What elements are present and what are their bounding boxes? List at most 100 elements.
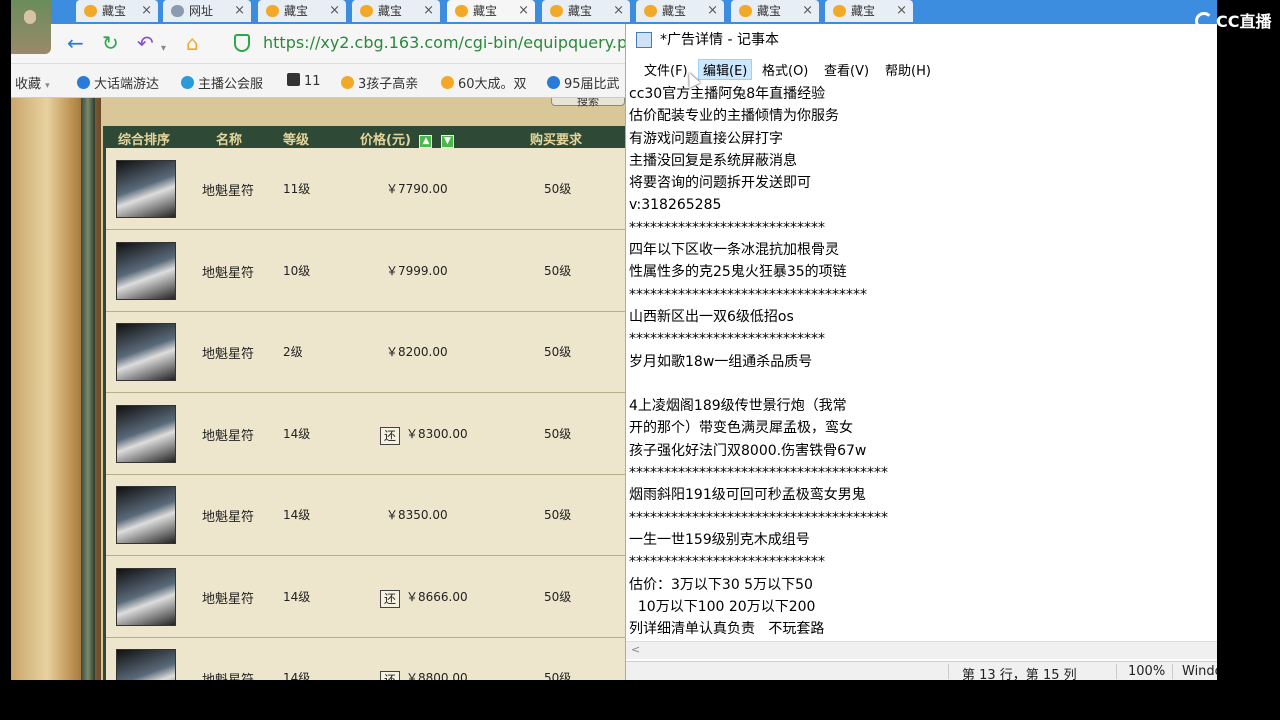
bookmark-icon	[287, 73, 300, 86]
tab-label: 藏宝	[473, 4, 498, 18]
close-icon[interactable]: ×	[896, 0, 907, 22]
avatar[interactable]	[11, 0, 51, 54]
text-area[interactable]: cc30官方主播阿兔8年直播经验 估价配装专业的主播倾情为你服务 有游戏问题直接公屏…	[629, 83, 1204, 643]
bookmark-icon	[77, 76, 90, 89]
bookmarks-menu[interactable]: 收藏 ▾	[15, 73, 50, 92]
browser-tab[interactable]: 网址 ×	[163, 0, 251, 22]
table-row[interactable]: 地魁星符 14级 还 ￥8800.00 50级	[106, 637, 625, 680]
close-icon[interactable]: ×	[329, 0, 340, 22]
item-requirement: 50级	[544, 426, 572, 441]
horizontal-scrollbar[interactable]: <	[626, 641, 1217, 659]
bookmark-icon	[547, 76, 560, 89]
chevron-down-icon[interactable]: ▾	[161, 36, 166, 62]
item-name[interactable]: 地魁星符	[202, 588, 254, 607]
bookmark-item[interactable]: 60大成。双	[441, 73, 527, 92]
bookmark-item[interactable]: 主播公会服	[181, 73, 263, 92]
item-name[interactable]: 地魁星符	[202, 343, 254, 362]
item-price-cell: ￥7999.00	[386, 262, 448, 279]
return-badge: 还	[380, 426, 400, 445]
table-row[interactable]: 地魁星符 14级 还 ￥8666.00 50级	[106, 556, 625, 638]
menu-view[interactable]: 查看(V)	[820, 60, 873, 79]
reload-icon[interactable]: ↻	[102, 30, 119, 56]
home-icon[interactable]: ⌂	[186, 30, 199, 56]
item-thumbnail[interactable]	[116, 323, 176, 381]
item-price: ￥8666.00	[406, 589, 468, 604]
item-level: 14级	[283, 508, 311, 522]
treasure-icon	[266, 5, 279, 17]
close-icon[interactable]: ×	[518, 0, 529, 22]
close-icon[interactable]: ×	[423, 0, 434, 22]
table-row[interactable]: 地魁星符 11级 ￥7790.00 50级	[106, 148, 625, 230]
browser-tab[interactable]: 藏宝 ×	[258, 0, 346, 22]
shield-icon	[234, 34, 250, 52]
level-header[interactable]: 等级	[283, 129, 309, 148]
scroll-left-icon[interactable]: <	[631, 643, 640, 656]
item-price-cell: 还 ￥8666.00	[380, 588, 468, 608]
item-price-cell: 还 ￥8300.00	[380, 425, 468, 445]
item-requirement: 50级	[544, 345, 572, 359]
item-level: 14级	[283, 589, 311, 604]
chevron-down-icon: ▾	[45, 81, 50, 91]
undo-icon[interactable]: ↶	[137, 30, 154, 56]
item-name[interactable]: 地魁星符	[202, 425, 254, 444]
item-requirement: 50级	[544, 182, 572, 196]
item-name[interactable]: 地魁星符	[202, 262, 254, 281]
bookmark-item[interactable]: 3孩子高亲	[341, 73, 418, 92]
name-header: 名称	[216, 133, 243, 148]
close-icon[interactable]: ×	[234, 0, 245, 22]
item-thumbnail[interactable]	[116, 160, 176, 218]
text-line	[629, 373, 1204, 395]
table-row[interactable]: 地魁星符 14级 ￥8350.00 50级	[106, 474, 625, 556]
sort-asc-icon[interactable]: ▲	[419, 135, 433, 148]
item-name[interactable]: 地魁星符	[202, 506, 254, 525]
browser-tab[interactable]: 藏宝 ×	[352, 0, 440, 22]
url-field[interactable]: https://xy2.cbg.163.com/cgi-bin/equipque…	[263, 33, 645, 52]
bookmark-item[interactable]: 95届比武	[547, 73, 620, 92]
search-button[interactable]: 搜索	[551, 98, 625, 108]
menu-format[interactable]: 格式(O)	[758, 60, 812, 79]
item-thumbnail[interactable]	[116, 649, 176, 680]
text-line: 估价配装专业的主播倾情为你服务	[629, 108, 839, 125]
close-icon[interactable]: ×	[141, 0, 152, 22]
browser-tab-bar: 藏宝 × 网址 × 藏宝 × 藏宝 × 藏宝 × 藏宝 × 藏宝 × 藏宝 × …	[11, 0, 1217, 24]
item-requirement: 50级	[544, 589, 572, 604]
sort-rank-header[interactable]: 综合排序	[118, 129, 170, 148]
price-header-label: 价格(元)	[360, 133, 411, 148]
item-level: 14级	[283, 426, 311, 441]
menu-edit[interactable]: 编辑(E)	[698, 59, 753, 80]
treasure-icon	[739, 5, 752, 17]
treasure-icon	[455, 5, 468, 17]
menu-help[interactable]: 帮助(H)	[881, 60, 935, 79]
close-icon[interactable]: ×	[802, 0, 813, 22]
treasure-icon	[360, 5, 373, 17]
text-line: 4上凌烟阁189级传世景行炮（我常	[629, 398, 847, 415]
browser-tab[interactable]: 藏宝 ×	[825, 0, 913, 22]
text-line: *************************************	[629, 465, 888, 482]
table-row[interactable]: 地魁星符 2级 ￥8200.00 50级	[106, 311, 625, 393]
close-icon[interactable]: ×	[613, 0, 624, 22]
item-thumbnail[interactable]	[116, 486, 176, 544]
item-thumbnail[interactable]	[116, 241, 176, 300]
item-name[interactable]: 地魁星符	[202, 669, 254, 680]
status-divider	[1116, 664, 1117, 679]
browser-tab-active[interactable]: 藏宝 ×	[447, 0, 535, 22]
zoom-level: 100%	[1128, 664, 1166, 679]
market-page: 搜索 综合排序 名称 等级 价格(元) ▲ ▼ 购买要求 地魁星符 11级 ￥779…	[11, 98, 625, 680]
sort-desc-icon[interactable]: ▼	[440, 135, 454, 148]
bookmark-item[interactable]: 大话端游达	[77, 73, 159, 92]
table-row[interactable]: 地魁星符 10级 ￥7999.00 50级	[106, 230, 625, 312]
table-row[interactable]: 地魁星符 14级 还 ￥8300.00 50级	[106, 393, 625, 475]
item-thumbnail[interactable]	[116, 567, 176, 626]
browser-tab[interactable]: 藏宝 ×	[542, 0, 630, 22]
browser-tab[interactable]: 藏宝 ×	[731, 0, 819, 22]
close-icon[interactable]: ×	[707, 0, 718, 22]
text-line: 列详细清单认真负责 不玩套路	[629, 621, 825, 638]
menu-bar: 文件(F) 编辑(E) 格式(O) 查看(V) 帮助(H)	[626, 56, 1217, 80]
item-thumbnail[interactable]	[116, 404, 176, 463]
back-arrow-icon[interactable]: ←	[67, 30, 84, 56]
browser-tab[interactable]: 藏宝 ×	[76, 0, 158, 22]
notepad-window: *广告详情 - 记事本 文件(F) 编辑(E) 格式(O) 查看(V) 帮助(H…	[625, 24, 1217, 680]
browser-tab[interactable]: 藏宝 ×	[636, 0, 724, 22]
bookmark-item[interactable]: 11	[287, 73, 321, 89]
item-name[interactable]: 地魁星符	[202, 180, 254, 199]
